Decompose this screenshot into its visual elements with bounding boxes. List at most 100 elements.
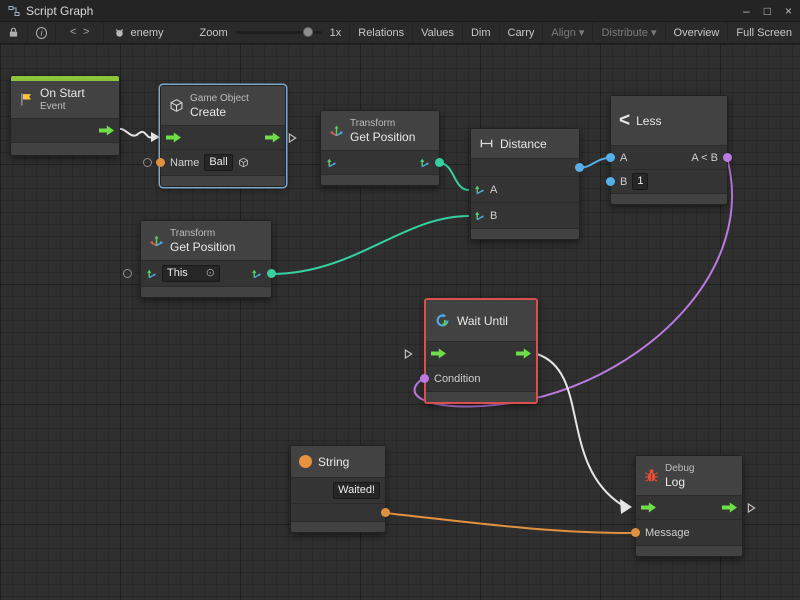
overview-label: Overview bbox=[674, 27, 720, 39]
close-button[interactable]: × bbox=[785, 1, 792, 21]
vector3-port-icon[interactable] bbox=[326, 157, 337, 168]
node-debug-log[interactable]: Debug Log Message bbox=[635, 455, 743, 557]
node-create-game-object[interactable]: Game Object Create Name Ball bbox=[160, 85, 286, 187]
node-footer bbox=[611, 194, 727, 204]
carry-button[interactable]: Carry bbox=[499, 22, 543, 44]
flow-in-port[interactable] bbox=[641, 502, 656, 513]
flow-out-port[interactable] bbox=[722, 502, 737, 513]
node-less[interactable]: < Less A A < B B 1 bbox=[610, 95, 728, 205]
dim-button[interactable]: Dim bbox=[462, 22, 499, 44]
node-get-position-1[interactable]: Transform Get Position bbox=[320, 110, 440, 186]
vector3-port-icon[interactable] bbox=[474, 210, 485, 221]
node-string[interactable]: String Waited! bbox=[290, 445, 386, 533]
string-out-port[interactable] bbox=[381, 508, 390, 517]
context-label: enemy bbox=[130, 27, 163, 39]
minimize-button[interactable]: – bbox=[743, 1, 750, 21]
overview-button[interactable]: Overview bbox=[665, 22, 728, 44]
node-category: Transform bbox=[350, 117, 415, 130]
target-input[interactable]: This ⊙ bbox=[162, 265, 220, 282]
node-header: On Start Event bbox=[11, 81, 119, 119]
vector3-port-icon[interactable] bbox=[146, 268, 157, 279]
message-port[interactable] bbox=[631, 528, 640, 537]
node-wait-until[interactable]: Wait Until Condition bbox=[424, 298, 538, 404]
string-value-input[interactable]: Waited! bbox=[333, 482, 380, 499]
port-row: Condition bbox=[426, 366, 536, 392]
vector3-port-icon[interactable] bbox=[251, 268, 262, 279]
graph-canvas[interactable]: On Start Event Game Object Create bbox=[0, 44, 800, 600]
port-row: This ⊙ bbox=[141, 261, 271, 287]
chevron-down-icon: ▾ bbox=[651, 26, 657, 39]
flow-in-port[interactable] bbox=[431, 348, 446, 359]
node-category: Debug bbox=[665, 462, 694, 475]
condition-label: Condition bbox=[434, 373, 480, 385]
target-picker-icon[interactable]: ⊙ bbox=[206, 266, 215, 281]
node-subtitle: Event bbox=[40, 100, 85, 113]
fullscreen-button[interactable]: Full Screen bbox=[727, 22, 800, 44]
wire-getposition2-to-distance-b[interactable] bbox=[271, 216, 469, 274]
flow-out-port[interactable] bbox=[265, 132, 280, 143]
name-port-label: Name bbox=[170, 157, 199, 169]
node-header: < Less bbox=[611, 96, 727, 146]
node-footer bbox=[426, 392, 536, 402]
maximize-button[interactable]: □ bbox=[764, 1, 771, 21]
relations-button[interactable]: Relations bbox=[349, 22, 412, 44]
port-b-label: B bbox=[620, 176, 627, 188]
zoom-slider[interactable] bbox=[236, 31, 322, 34]
name-input[interactable]: Ball bbox=[204, 154, 232, 171]
values-button[interactable]: Values bbox=[412, 22, 462, 44]
distribute-dropdown[interactable]: Distribute ▾ bbox=[592, 22, 664, 44]
wire-string-to-message[interactable] bbox=[385, 513, 632, 533]
node-get-position-2[interactable]: Transform Get Position This ⊙ bbox=[140, 220, 272, 298]
node-header: Transform Get Position bbox=[321, 111, 439, 151]
code-view-button[interactable]: < > bbox=[55, 22, 103, 44]
node-category: Game Object bbox=[190, 92, 249, 105]
node-title: Less bbox=[636, 114, 661, 128]
b-value-input[interactable]: 1 bbox=[632, 173, 648, 190]
node-header: Wait Until bbox=[426, 300, 536, 342]
transform-icon bbox=[329, 123, 344, 138]
node-distance[interactable]: Distance A bbox=[470, 128, 580, 240]
unconnected-port-indicator[interactable] bbox=[143, 158, 152, 167]
context-chip[interactable]: enemy bbox=[103, 22, 173, 44]
port-row: Waited! bbox=[291, 478, 385, 504]
node-title: On Start bbox=[40, 86, 85, 100]
transform-icon bbox=[149, 233, 164, 248]
node-footer bbox=[636, 546, 742, 556]
wire-arrowhead bbox=[620, 499, 632, 514]
zoom-label: Zoom bbox=[200, 27, 228, 39]
name-port[interactable] bbox=[156, 158, 165, 167]
wire-getposition1-to-distance-a[interactable] bbox=[439, 163, 469, 190]
game-object-icon bbox=[238, 157, 249, 168]
unconnected-port-indicator[interactable] bbox=[123, 269, 132, 278]
distance-icon bbox=[479, 136, 494, 151]
info-button[interactable]: i bbox=[27, 22, 55, 44]
node-header: String bbox=[291, 446, 385, 478]
flow-in-port[interactable] bbox=[166, 132, 181, 143]
node-category: Transform bbox=[170, 227, 235, 240]
node-footer bbox=[11, 143, 119, 155]
flow-out-port[interactable] bbox=[99, 125, 114, 136]
align-dropdown[interactable]: Align ▾ bbox=[542, 22, 592, 44]
string-value: Waited! bbox=[338, 483, 375, 498]
wire-start-to-create[interactable] bbox=[116, 129, 152, 138]
a-in-port[interactable] bbox=[606, 153, 615, 162]
distance-out-port[interactable] bbox=[575, 163, 584, 172]
name-input-value: Ball bbox=[209, 155, 227, 170]
position-out-port[interactable] bbox=[435, 158, 444, 167]
result-out-port[interactable] bbox=[723, 153, 732, 162]
lock-button[interactable] bbox=[0, 22, 27, 44]
flow-out-port[interactable] bbox=[516, 348, 531, 359]
zoom-control: Zoom 1x bbox=[192, 22, 350, 44]
node-on-start[interactable]: On Start Event bbox=[10, 75, 120, 156]
info-icon: i bbox=[36, 27, 47, 39]
vector3-port-icon[interactable] bbox=[419, 157, 430, 168]
b-in-port[interactable] bbox=[606, 177, 615, 186]
wire-waituntil-to-debuglog[interactable] bbox=[537, 354, 622, 505]
wire-arrowhead bbox=[151, 132, 160, 142]
zoom-slider-handle[interactable] bbox=[303, 27, 313, 37]
values-label: Values bbox=[421, 27, 454, 39]
vector3-port-icon[interactable] bbox=[474, 184, 485, 195]
dim-label: Dim bbox=[471, 27, 491, 39]
position-out-port[interactable] bbox=[267, 269, 276, 278]
condition-port[interactable] bbox=[420, 374, 429, 383]
